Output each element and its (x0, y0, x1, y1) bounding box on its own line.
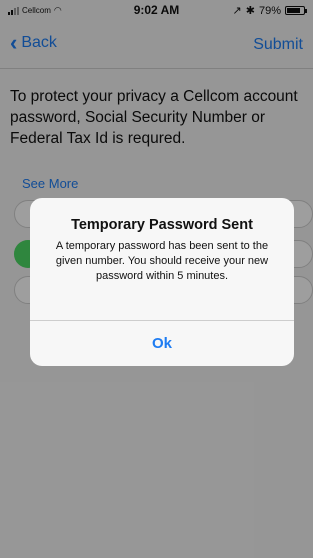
alert-dialog: Temporary Password Sent A temporary pass… (30, 198, 294, 366)
alert-message: A temporary password has been sent to th… (55, 240, 269, 282)
alert-title: Temporary Password Sent (71, 217, 253, 233)
ok-button[interactable]: Ok (30, 321, 294, 366)
phone-screen: Cellcom ◠ 9:02 AM ↗ ✱ 79% ‹ Back Submit … (0, 0, 313, 558)
